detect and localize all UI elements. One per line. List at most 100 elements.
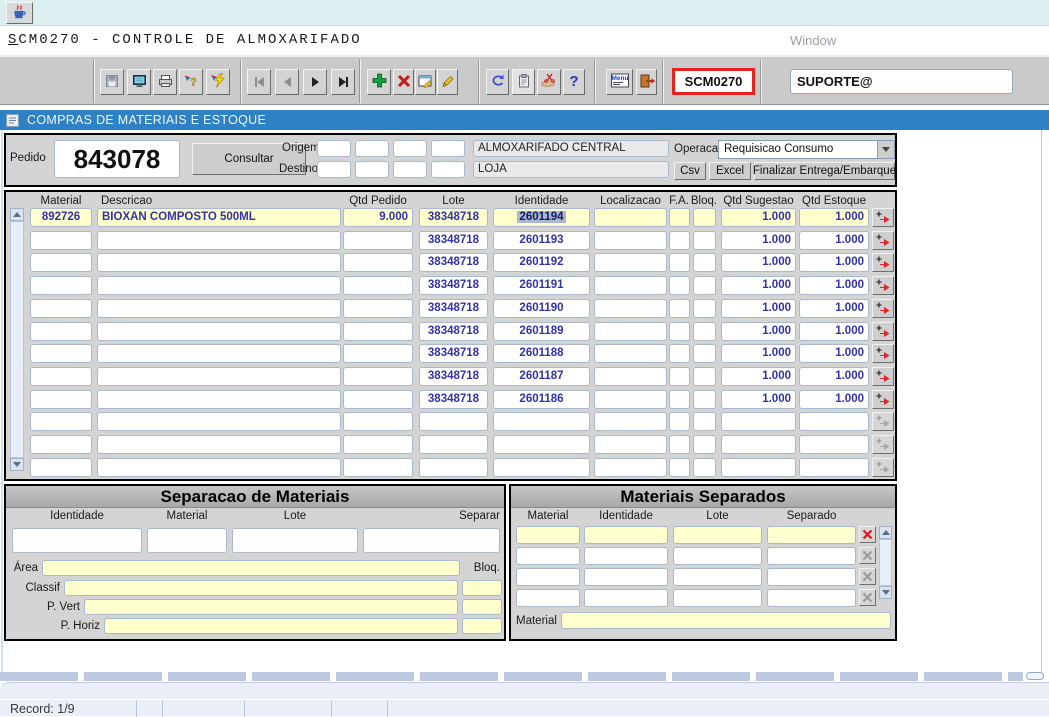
grid-cell-bloq[interactable] — [693, 208, 716, 227]
grid-cell-identidade[interactable]: 2601191 — [493, 276, 590, 295]
grid-cell-lote[interactable] — [419, 458, 488, 477]
separados-scrollbar-track[interactable] — [879, 539, 892, 586]
grid-cell-bloq[interactable] — [693, 253, 716, 272]
grid-cell-qtd_sugestao[interactable]: 1.000 — [721, 299, 796, 318]
transfer-row-button[interactable] — [872, 322, 894, 341]
grid-cell-qtd_estoque[interactable]: 1.000 — [799, 253, 869, 272]
grid-cell-identidade[interactable]: 2601189 — [493, 322, 590, 341]
grid-cell-descricao[interactable] — [97, 231, 341, 250]
exit-button[interactable] — [636, 69, 657, 95]
grid-cell-material[interactable]: 892726 — [30, 208, 92, 227]
grid-cell-qtd_estoque[interactable]: 1.000 — [799, 390, 869, 409]
grid-cell-material[interactable] — [30, 458, 92, 477]
delete-record-button[interactable] — [393, 69, 414, 95]
separados-cell-separado[interactable] — [767, 526, 856, 544]
grid-cell-material[interactable] — [30, 435, 92, 454]
grid-cell-qtd_estoque[interactable] — [799, 458, 869, 477]
grid-cell-lote[interactable]: 38348718 — [419, 299, 488, 318]
grid-cell-lote[interactable]: 38348718 — [419, 322, 488, 341]
grid-cell-qtd_pedido[interactable] — [343, 322, 413, 341]
transfer-row-button[interactable] — [872, 276, 894, 295]
grid-cell-identidade[interactable]: 2601187 — [493, 367, 590, 386]
grid-cell-qtd_estoque[interactable] — [799, 435, 869, 454]
classif-field[interactable] — [64, 580, 458, 596]
classif-bloq-field[interactable] — [462, 580, 502, 596]
grid-cell-lote[interactable]: 38348718 — [419, 344, 488, 363]
grid-cell-qtd_pedido[interactable] — [343, 412, 413, 431]
grid-cell-localizacao[interactable] — [594, 276, 667, 295]
grid-cell-localizacao[interactable] — [594, 367, 667, 386]
pvert-field[interactable] — [84, 599, 458, 615]
transfer-row-button[interactable] — [872, 299, 894, 318]
pvert-bloq-field[interactable] — [462, 599, 502, 615]
origem-code-field[interactable] — [393, 140, 427, 157]
grid-cell-fa[interactable] — [669, 344, 690, 363]
grid-cell-identidade[interactable]: 2601192 — [493, 253, 590, 272]
finalizar-entrega-button[interactable]: Finalizar Entrega/Embarque — [754, 162, 895, 180]
grid-cell-qtd_pedido[interactable] — [343, 344, 413, 363]
separados-cell-separado[interactable] — [767, 589, 856, 607]
grid-cell-localizacao[interactable] — [594, 344, 667, 363]
grid-cell-material[interactable] — [30, 367, 92, 386]
transfer-row-button[interactable] — [872, 208, 894, 227]
grid-cell-lote[interactable]: 38348718 — [419, 253, 488, 272]
separados-cell-material[interactable] — [516, 547, 580, 565]
grid-cell-bloq[interactable] — [693, 322, 716, 341]
grid-cell-bloq[interactable] — [693, 367, 716, 386]
clipboard-button[interactable] — [512, 69, 535, 95]
grid-cell-qtd_sugestao[interactable]: 1.000 — [721, 276, 796, 295]
grid-cell-descricao[interactable] — [97, 276, 341, 295]
separados-cell-material[interactable] — [516, 589, 580, 607]
grid-cell-fa[interactable] — [669, 208, 690, 227]
grid-cell-fa[interactable] — [669, 253, 690, 272]
grid-cell-qtd_estoque[interactable]: 1.000 — [799, 322, 869, 341]
operacao-select[interactable]: Requisicao Consumo — [718, 140, 895, 159]
grid-cell-material[interactable] — [30, 276, 92, 295]
horizontal-scrollbar[interactable] — [0, 672, 1023, 681]
chevron-down-icon[interactable] — [877, 141, 894, 158]
clear-record-button[interactable] — [537, 69, 561, 95]
grid-cell-qtd_estoque[interactable]: 1.000 — [799, 299, 869, 318]
grid-cell-descricao[interactable] — [97, 412, 341, 431]
grid-cell-descricao[interactable] — [97, 390, 341, 409]
grid-cell-material[interactable] — [30, 322, 92, 341]
destino-code-field[interactable] — [355, 161, 389, 178]
grid-cell-qtd_estoque[interactable]: 1.000 — [799, 208, 869, 227]
grid-cell-identidade[interactable]: 2601186 — [493, 390, 590, 409]
grid-cell-material[interactable] — [30, 390, 92, 409]
grid-cell-qtd_sugestao[interactable] — [721, 412, 796, 431]
grid-cell-lote[interactable]: 38348718 — [419, 390, 488, 409]
separados-cell-separado[interactable] — [767, 568, 856, 586]
separados-scroll-up-button[interactable] — [879, 526, 892, 539]
print-button[interactable] — [153, 69, 177, 95]
grid-cell-qtd_sugestao[interactable] — [721, 458, 796, 477]
grid-cell-qtd_pedido[interactable] — [343, 367, 413, 386]
sep-separar-input[interactable] — [363, 528, 500, 553]
grid-cell-descricao[interactable]: BIOXAN COMPOSTO 500ML — [97, 208, 341, 227]
app-menu-title[interactable]: SCM0270 - CONTROLE DE ALMOXARIFADO — [8, 26, 362, 55]
separados-cell-identidade[interactable] — [584, 568, 668, 586]
grid-cell-fa[interactable] — [669, 412, 690, 431]
phoriz-bloq-field[interactable] — [462, 618, 502, 634]
grid-cell-identidade[interactable]: 2601188 — [493, 344, 590, 363]
transfer-row-button[interactable] — [872, 253, 894, 272]
grid-cell-localizacao[interactable] — [594, 208, 667, 227]
mdi-vertical-scrollbar[interactable] — [1041, 130, 1049, 672]
edit-item-button[interactable] — [437, 69, 458, 95]
grid-cell-descricao[interactable] — [97, 435, 341, 454]
grid-cell-localizacao[interactable] — [594, 435, 667, 454]
grid-cell-qtd_sugestao[interactable]: 1.000 — [721, 208, 796, 227]
grid-cell-qtd_estoque[interactable]: 1.000 — [799, 344, 869, 363]
execute-query-button[interactable] — [206, 69, 230, 95]
grid-cell-bloq[interactable] — [693, 458, 716, 477]
grid-cell-bloq[interactable] — [693, 276, 716, 295]
grid-cell-qtd_sugestao[interactable]: 1.000 — [721, 253, 796, 272]
last-record-button[interactable] — [331, 69, 355, 95]
separados-cell-material[interactable] — [516, 568, 580, 586]
separados-cell-lote[interactable] — [673, 526, 762, 544]
grid-cell-qtd_pedido[interactable] — [343, 253, 413, 272]
grid-cell-qtd_pedido[interactable] — [343, 458, 413, 477]
separados-cell-lote[interactable] — [673, 568, 762, 586]
separados-cell-lote[interactable] — [673, 589, 762, 607]
display-button[interactable] — [127, 69, 151, 95]
